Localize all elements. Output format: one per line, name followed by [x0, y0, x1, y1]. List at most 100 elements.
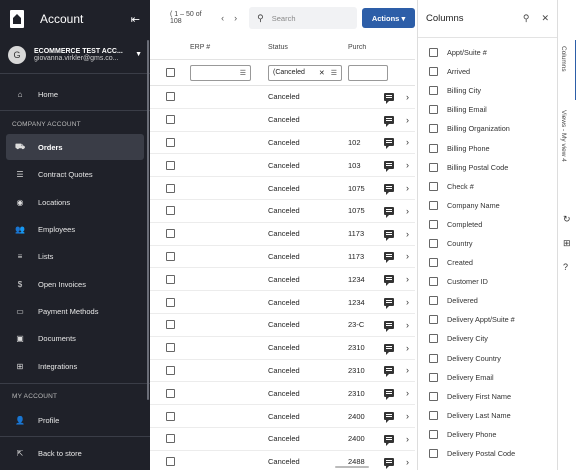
message-icon[interactable]: [384, 184, 394, 196]
column-checkbox[interactable]: [429, 353, 438, 363]
sidebar-item-documents[interactable]: ▣ Documents: [6, 325, 144, 351]
table-row[interactable]: Canceled 2400 ›: [150, 428, 415, 451]
table-row[interactable]: Canceled 1234 ›: [150, 268, 415, 292]
previous-page-icon[interactable]: ‹: [221, 13, 224, 23]
sidebar-item-orders[interactable]: ⛟ Orders: [6, 134, 144, 160]
column-option[interactable]: Customer ID: [418, 272, 557, 291]
column-option[interactable]: Delivery Postal Code: [418, 444, 557, 463]
next-page-icon[interactable]: ›: [234, 13, 237, 23]
sidebar-item-contract-quotes[interactable]: ☰ Contract Quotes: [6, 161, 144, 187]
message-icon[interactable]: [384, 457, 394, 469]
sidebar-item-back-to-store[interactable]: ⇱ Back to store: [6, 440, 144, 466]
erp-filter-input[interactable]: ☰: [190, 64, 251, 81]
row-checkbox[interactable]: [165, 274, 175, 284]
message-icon[interactable]: [384, 92, 394, 104]
table-row[interactable]: Canceled 23-C ›: [150, 314, 415, 337]
company-logo[interactable]: [10, 10, 24, 28]
chevron-right-icon[interactable]: ›: [406, 388, 409, 398]
chevron-right-icon[interactable]: ›: [406, 92, 409, 102]
collapse-sidebar-icon[interactable]: ⇤: [131, 13, 140, 26]
chevron-right-icon[interactable]: ›: [406, 160, 409, 170]
message-icon[interactable]: [384, 298, 394, 310]
row-checkbox[interactable]: [165, 388, 175, 398]
purchase-order-filter-input[interactable]: [348, 64, 388, 81]
message-icon[interactable]: [384, 138, 394, 150]
column-checkbox[interactable]: [429, 48, 438, 58]
sidebar-scrollbar[interactable]: [147, 40, 149, 400]
column-header-status[interactable]: Status: [268, 44, 348, 51]
column-checkbox[interactable]: [429, 429, 438, 439]
message-icon[interactable]: [384, 320, 394, 332]
sidebar-item-integrations[interactable]: ⊞ Integrations: [6, 353, 144, 379]
chevron-right-icon[interactable]: ›: [406, 365, 409, 375]
row-checkbox[interactable]: [165, 343, 175, 353]
column-checkbox[interactable]: [429, 372, 438, 382]
message-icon[interactable]: [384, 366, 394, 378]
message-icon[interactable]: [384, 252, 394, 264]
account-switcher[interactable]: G ECOMMERCE TEST ACC... giovanna.virkler…: [0, 38, 150, 74]
column-option[interactable]: Company Name: [418, 196, 557, 215]
column-option[interactable]: Delivery Last Name: [418, 406, 557, 425]
table-row[interactable]: Canceled 1173 ›: [150, 246, 415, 269]
chevron-right-icon[interactable]: ›: [406, 274, 409, 284]
message-icon[interactable]: [384, 412, 394, 424]
column-option[interactable]: Delivery Appt/Suite #: [418, 310, 557, 329]
chevron-right-icon[interactable]: ›: [406, 434, 409, 444]
column-checkbox[interactable]: [429, 162, 438, 172]
column-checkbox[interactable]: [429, 105, 438, 115]
chevron-right-icon[interactable]: ›: [406, 183, 409, 193]
column-option[interactable]: Country: [418, 234, 557, 253]
chevron-down-icon[interactable]: ▼: [135, 51, 142, 58]
message-icon[interactable]: [384, 343, 394, 355]
tab-columns[interactable]: Columns: [560, 46, 567, 72]
message-icon[interactable]: [384, 275, 394, 287]
sidebar-item-locations[interactable]: ◉ Locations: [6, 189, 144, 215]
chevron-right-icon[interactable]: ›: [406, 411, 409, 421]
row-checkbox[interactable]: [165, 206, 175, 216]
sidebar-item-lists[interactable]: ≡ Lists: [6, 243, 144, 269]
column-option[interactable]: Billing Organization: [418, 119, 557, 138]
sidebar-item-employees[interactable]: 👥 Employees: [6, 216, 144, 242]
table-row[interactable]: Canceled 1173 ›: [150, 223, 415, 246]
clear-filter-icon[interactable]: ✕: [319, 69, 325, 77]
sidebar-item-profile[interactable]: 👤 Profile: [6, 407, 144, 433]
column-checkbox[interactable]: [429, 258, 438, 268]
row-checkbox[interactable]: [165, 115, 175, 125]
filter-icon[interactable]: ☰: [331, 69, 337, 77]
column-checkbox[interactable]: [429, 67, 438, 77]
column-checkbox[interactable]: [429, 219, 438, 229]
table-row[interactable]: Canceled ›: [150, 86, 415, 109]
table-row[interactable]: Canceled 2310 ›: [150, 360, 415, 383]
row-checkbox[interactable]: [165, 457, 175, 467]
status-filter-input[interactable]: (Canceled ✕ ☰: [268, 64, 342, 81]
message-icon[interactable]: [384, 434, 394, 446]
row-checkbox[interactable]: [165, 160, 175, 170]
column-header-erp[interactable]: ERP #: [190, 44, 268, 51]
row-checkbox[interactable]: [165, 297, 175, 307]
chevron-right-icon[interactable]: ›: [406, 206, 409, 216]
chevron-right-icon[interactable]: ›: [406, 229, 409, 239]
grid-icon[interactable]: ⊞: [563, 238, 571, 249]
tab-views[interactable]: Views - My view 4: [560, 110, 567, 162]
column-option[interactable]: Billing City: [418, 81, 557, 100]
message-icon[interactable]: [384, 161, 394, 173]
refresh-icon[interactable]: ↻: [563, 214, 571, 225]
table-row[interactable]: Canceled 1075 ›: [150, 177, 415, 200]
column-checkbox[interactable]: [429, 238, 438, 248]
column-option[interactable]: Arrived: [418, 62, 557, 81]
column-option[interactable]: Check #: [418, 177, 557, 196]
row-checkbox[interactable]: [165, 92, 175, 102]
actions-button[interactable]: Actions ▾: [362, 8, 415, 28]
column-checkbox[interactable]: [429, 449, 438, 459]
row-checkbox[interactable]: [165, 137, 175, 147]
column-header-purchase-order[interactable]: Purch: [348, 44, 415, 51]
table-row[interactable]: Canceled ›: [150, 109, 415, 132]
column-checkbox[interactable]: [429, 315, 438, 325]
column-checkbox[interactable]: [429, 410, 438, 420]
table-row[interactable]: Canceled 103 ›: [150, 154, 415, 178]
column-checkbox[interactable]: [429, 86, 438, 96]
column-option[interactable]: Delivery Email: [418, 368, 557, 387]
sidebar-item-home[interactable]: ⌂ Home: [6, 81, 144, 107]
column-checkbox[interactable]: [429, 334, 438, 344]
row-checkbox[interactable]: [165, 434, 175, 444]
